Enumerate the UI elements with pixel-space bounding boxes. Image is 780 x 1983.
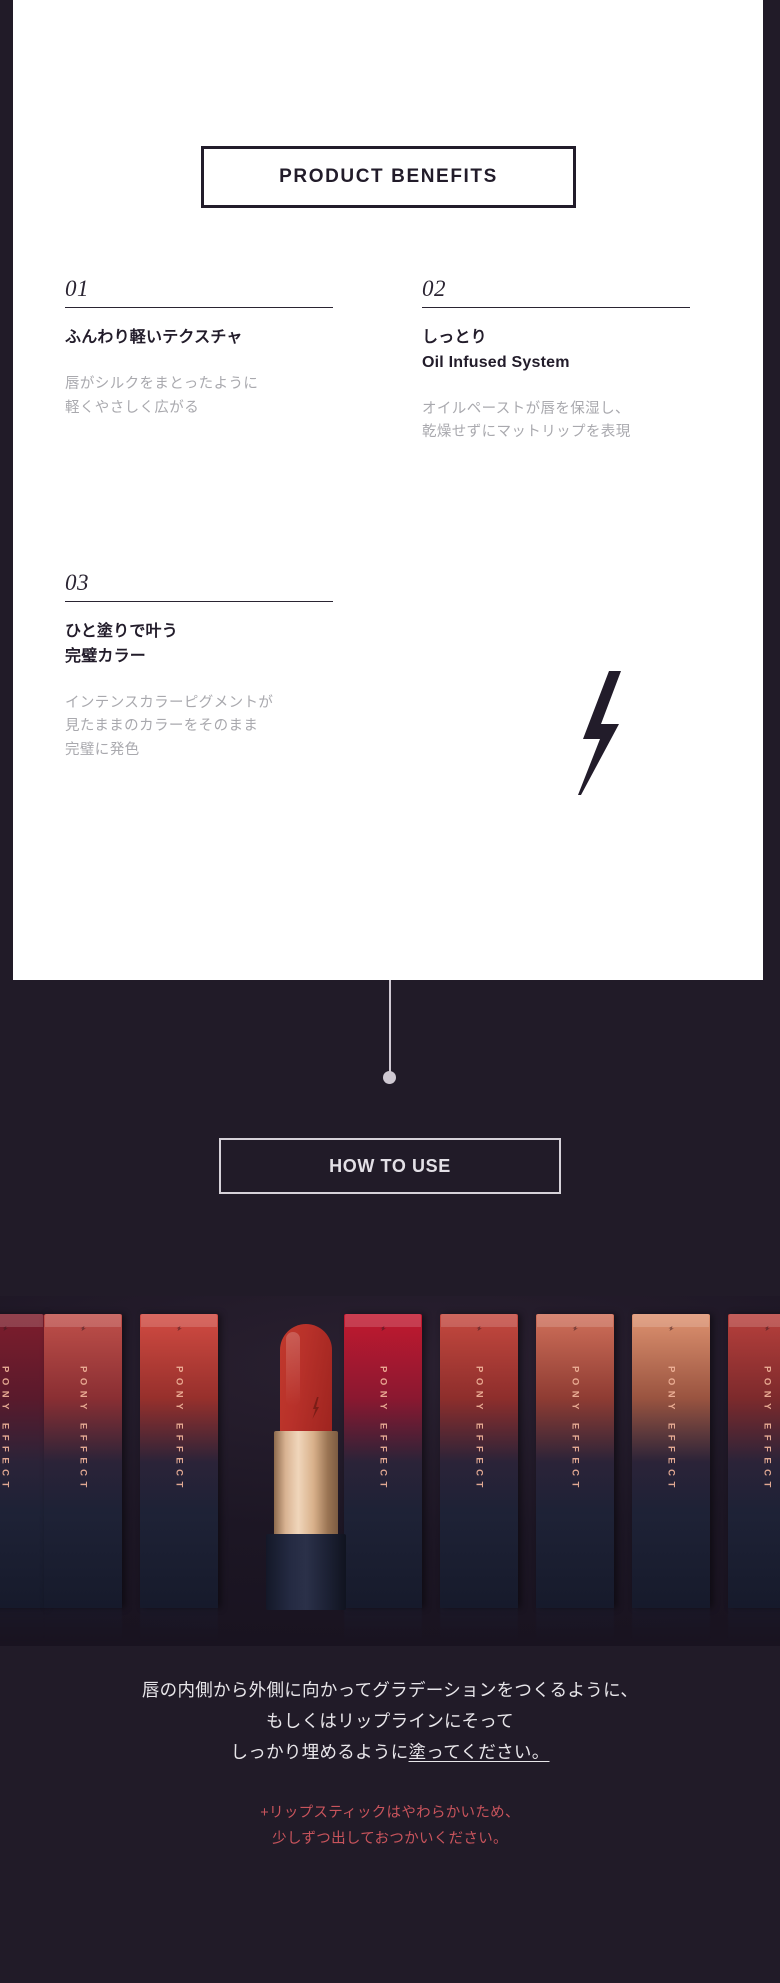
- lipstick-tube: PONY EFFECT: [0, 1314, 44, 1608]
- benefit-title: しっとり Oil Infused System: [422, 329, 570, 372]
- usage-instructions: 唇の内側から外側に向かってグラデーションをつくるように、 もしくはリップラインに…: [0, 1675, 780, 1852]
- lipstick-barrel: [274, 1431, 338, 1536]
- benefit-title: ふんわり軽いテクスチャ: [65, 329, 243, 347]
- tube-reflection: [536, 1608, 614, 1644]
- lightning-bolt-icon: [569, 668, 631, 798]
- benefit-title: ひと塗りで叶う 完璧カラー: [65, 623, 178, 666]
- benefit-divider: [65, 307, 333, 309]
- instruction-emphasis: 塗ってください。: [408, 1742, 550, 1763]
- tube-base: [536, 1514, 614, 1608]
- tube-base: [140, 1514, 218, 1608]
- lipstick-tube: PONY EFFECT: [140, 1314, 218, 1608]
- tube-brand-label: PONY EFFECT: [665, 1366, 677, 1493]
- product-detail-page: PRODUCT BENEFITS 01 ふんわり軽いテクスチャ 唇がシルクをまと…: [0, 0, 780, 1983]
- tube-brand-label: PONY EFFECT: [173, 1366, 185, 1493]
- tube-brand-label: PONY EFFECT: [761, 1366, 773, 1493]
- tube-reflection: [344, 1608, 422, 1644]
- tube-brand-label: PONY EFFECT: [0, 1366, 11, 1493]
- lipstick-tube: PONY EFFECT: [344, 1314, 422, 1608]
- lipstick-tube: PONY EFFECT: [536, 1314, 614, 1608]
- benefit-item-01: 01 ふんわり軽いテクスチャ 唇がシルクをまとったように 軽くやさしく広がる: [65, 276, 333, 420]
- instruction-line-3: しっかり埋めるように塗ってください。: [0, 1737, 780, 1768]
- benefit-number: 03: [65, 570, 89, 595]
- tube-reflection: [728, 1608, 780, 1644]
- tube-reflection: [0, 1608, 44, 1644]
- tube-base: [0, 1514, 44, 1608]
- bullet-bolt-icon: [312, 1397, 319, 1419]
- tube-base: [440, 1514, 518, 1608]
- tube-reflection: [632, 1608, 710, 1644]
- instruction-line-2: もしくはリップラインにそって: [266, 1711, 514, 1732]
- usage-note: +リップスティックはやわらかいため、 少しずつ出しておつかいください。: [260, 1805, 520, 1847]
- tube-base: [44, 1514, 122, 1608]
- tube-top-bolt-icon: [2, 1318, 9, 1331]
- lipstick-case: [266, 1534, 346, 1610]
- tube-base: [728, 1514, 780, 1608]
- benefit-number: 01: [65, 276, 89, 301]
- how-to-use-title: HOW TO USE: [329, 1155, 451, 1176]
- tube-top-bolt-icon: [380, 1318, 387, 1331]
- tube-top-bolt-icon: [668, 1318, 675, 1331]
- tube-base: [344, 1514, 422, 1608]
- benefit-description: 唇がシルクをまとったように 軽くやさしく広がる: [65, 376, 259, 416]
- benefit-item-03: 03 ひと塗りで叶う 完璧カラー インテンスカラーピグメントが 見たままのカラー…: [65, 570, 333, 762]
- tube-top-bolt-icon: [176, 1318, 183, 1331]
- lipstick-lineup-image: PONY EFFECT PONY EFFECT PONY EFFECT PONY EF…: [0, 1296, 780, 1646]
- benefit-number: 02: [422, 276, 446, 301]
- lipstick-tube: PONY EFFECT: [632, 1314, 710, 1608]
- open-lipstick-bullet: [258, 1298, 354, 1610]
- benefit-description: オイルペーストが唇を保湿し、 乾燥せずにマットリップを表現: [422, 400, 631, 441]
- lipstick-tube: PONY EFFECT: [728, 1314, 780, 1608]
- tube-top-bolt-icon: [476, 1318, 483, 1331]
- tube-top-bolt-icon: [572, 1318, 579, 1331]
- tube-reflection: [440, 1608, 518, 1644]
- connector-dot-icon: [383, 1071, 396, 1084]
- instruction-line-1: 唇の内側から外側に向かってグラデーションをつくるように、: [141, 1680, 639, 1700]
- tube-top-highlight: [729, 1314, 780, 1327]
- benefit-description: インテンスカラーピグメントが 見たままのカラーをそのまま 完璧に発色: [65, 694, 274, 758]
- connector-line-icon: [389, 980, 391, 1080]
- product-benefits-card: PRODUCT BENEFITS 01 ふんわり軽いテクスチャ 唇がシルクをまと…: [13, 0, 763, 980]
- lipstick-tube: PONY EFFECT: [44, 1314, 122, 1608]
- benefit-divider: [65, 601, 333, 603]
- tube-brand-label: PONY EFFECT: [77, 1366, 89, 1493]
- tube-brand-label: PONY EFFECT: [569, 1366, 581, 1493]
- tube-top-bolt-icon: [764, 1318, 771, 1331]
- benefit-divider: [422, 307, 690, 309]
- tube-top-bolt-icon: [80, 1318, 87, 1331]
- tube-reflection: [140, 1608, 218, 1644]
- instruction-line-3-text: しっかり埋めるように: [230, 1742, 409, 1763]
- tube-base: [632, 1514, 710, 1608]
- how-to-use-badge: HOW TO USE: [219, 1138, 561, 1194]
- product-benefits-title: PRODUCT BENEFITS: [279, 166, 498, 187]
- tube-reflection: [44, 1608, 122, 1644]
- tube-brand-label: PONY EFFECT: [377, 1366, 389, 1493]
- product-benefits-badge: PRODUCT BENEFITS: [201, 146, 576, 208]
- tube-brand-label: PONY EFFECT: [473, 1366, 485, 1493]
- benefit-item-02: 02 しっとり Oil Infused System オイルペーストが唇を保湿し…: [422, 276, 690, 445]
- lipstick-tube: PONY EFFECT: [440, 1314, 518, 1608]
- lipstick-bullet-icon: [280, 1324, 332, 1436]
